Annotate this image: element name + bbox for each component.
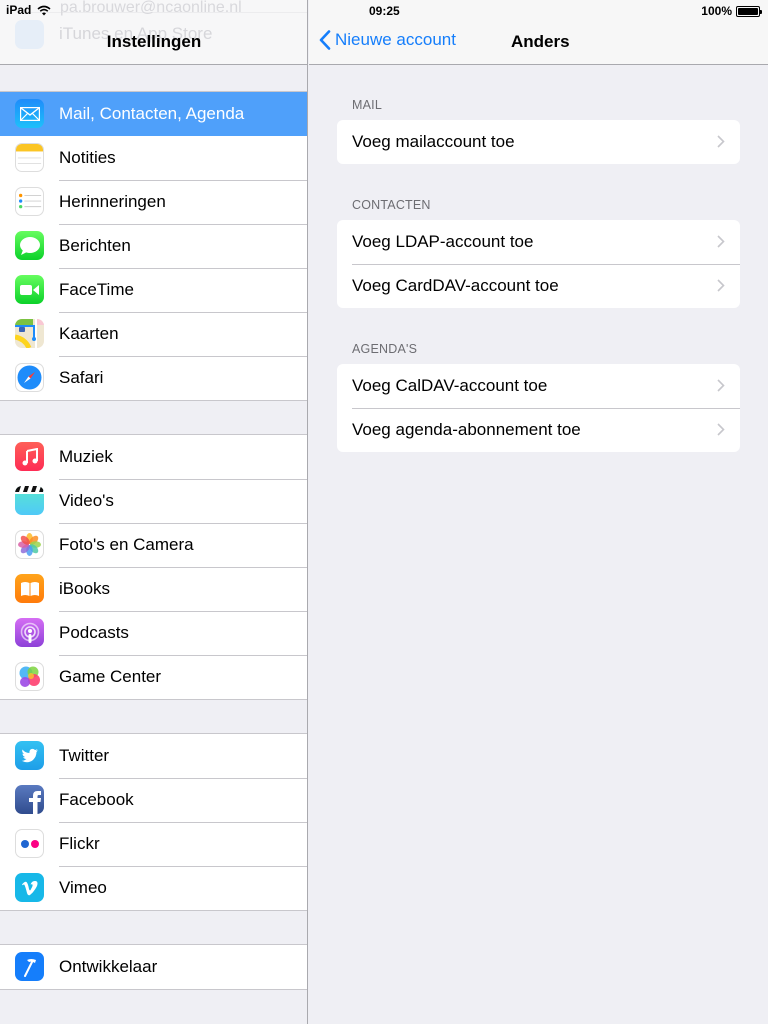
mail-icon: [15, 99, 44, 128]
sidebar-item-label: Safari: [59, 368, 104, 387]
sidebar-item-photos-camera[interactable]: Foto's en Camera: [0, 523, 307, 567]
section-contacts: Voeg LDAP-account toe Voeg CardDAV-accou…: [337, 220, 740, 308]
section-calendars: Voeg CalDAV-account toe Voeg agenda-abon…: [337, 364, 740, 452]
settings-group-social: Twitter Facebook Flickr Vimeo: [0, 733, 307, 911]
notes-icon: [15, 143, 44, 172]
settings-title: Instellingen: [106, 32, 202, 51]
sidebar-item-label: FaceTime: [59, 280, 134, 299]
back-button-label: Nieuwe account: [335, 30, 456, 49]
add-carddav-account-row[interactable]: Voeg CardDAV-account toe: [337, 264, 740, 308]
chevron-right-icon: [717, 423, 725, 436]
sidebar-item-messages[interactable]: Berichten: [0, 224, 307, 268]
reminders-icon: [15, 187, 44, 216]
sidebar-item-flickr[interactable]: Flickr: [0, 822, 307, 866]
settings-master-pane: pa.brouwer@ncaonline.nl iTunes en App St…: [0, 0, 308, 1024]
maps-icon: [15, 319, 44, 348]
row-label: Voeg agenda-abonnement toe: [352, 420, 581, 439]
messages-icon: [15, 231, 44, 260]
music-icon: [15, 442, 44, 471]
clock: 09:25: [369, 4, 400, 18]
sidebar-item-label: Facebook: [59, 790, 134, 809]
chevron-right-icon: [717, 279, 725, 292]
section-header-calendars: AGENDA'S: [352, 342, 418, 356]
sidebar-item-facetime[interactable]: FaceTime: [0, 268, 307, 312]
sidebar-item-game-center[interactable]: Game Center: [0, 655, 307, 699]
wifi-icon: [37, 5, 51, 15]
battery-level-fill: [738, 7, 758, 15]
chevron-left-icon: [319, 30, 331, 50]
vimeo-icon: [15, 873, 44, 902]
podcasts-icon: [15, 618, 44, 647]
facetime-icon: [15, 275, 44, 304]
sidebar-item-safari[interactable]: Safari: [0, 356, 307, 400]
twitter-icon: [15, 741, 44, 770]
sidebar-item-ibooks[interactable]: iBooks: [0, 567, 307, 611]
device-name: iPad: [6, 3, 32, 17]
settings-group-apps: Mail, Contacten, Agenda Notities Herinne…: [0, 91, 307, 401]
section-header-mail: MAIL: [352, 98, 382, 112]
detail-pane: Nieuwe account Anders MAIL Voeg mailacco…: [309, 0, 768, 1024]
battery-icon: [736, 5, 762, 17]
sidebar-item-label: Twitter: [59, 746, 110, 765]
settings-group-developer: Ontwikkelaar: [0, 944, 307, 990]
sidebar-item-developer[interactable]: Ontwikkelaar: [0, 945, 307, 989]
sidebar-item-label: iBooks: [59, 579, 111, 598]
battery-percent: 100%: [701, 4, 732, 18]
add-ldap-account-row[interactable]: Voeg LDAP-account toe: [337, 220, 740, 264]
videos-icon: [15, 486, 44, 515]
sidebar-item-label: Kaarten: [59, 324, 119, 343]
flickr-icon: [15, 829, 44, 858]
sidebar-item-label: Flickr: [59, 834, 100, 853]
chevron-right-icon: [717, 235, 725, 248]
row-label: Voeg LDAP-account toe: [352, 232, 534, 251]
row-label: Voeg CalDAV-account toe: [352, 376, 548, 395]
ibooks-icon: [15, 574, 44, 603]
sidebar-item-twitter[interactable]: Twitter: [0, 734, 307, 778]
sidebar-item-label: Vimeo: [59, 878, 107, 897]
chevron-right-icon: [717, 135, 725, 148]
sidebar-item-mail-contacts-calendars[interactable]: Mail, Contacten, Agenda: [0, 92, 307, 136]
detail-title: Anders: [511, 32, 570, 51]
sidebar-item-label: Foto's en Camera: [59, 535, 194, 554]
sidebar-item-music[interactable]: Muziek: [0, 435, 307, 479]
sidebar-item-label: Notities: [59, 148, 116, 167]
chevron-right-icon: [717, 379, 725, 392]
sidebar-item-label: Podcasts: [59, 623, 129, 642]
settings-group-media: Muziek Video's Foto's en Camera iBooks P…: [0, 434, 307, 700]
sidebar-item-label: Herinneringen: [59, 192, 166, 211]
add-mail-account-row[interactable]: Voeg mailaccount toe: [337, 120, 740, 164]
sidebar-item-maps[interactable]: Kaarten: [0, 312, 307, 356]
add-calendar-subscription-row[interactable]: Voeg agenda-abonnement toe: [337, 408, 740, 452]
safari-icon: [15, 363, 44, 392]
section-mail: Voeg mailaccount toe: [337, 120, 740, 164]
row-label: Voeg CardDAV-account toe: [352, 276, 559, 295]
sidebar-item-label: Muziek: [59, 447, 113, 466]
section-header-contacts: CONTACTEN: [352, 198, 431, 212]
sidebar-item-label: Berichten: [59, 236, 131, 255]
sidebar-item-reminders[interactable]: Herinneringen: [0, 180, 307, 224]
sidebar-item-label: Mail, Contacten, Agenda: [59, 104, 245, 123]
status-bar: iPad 09:25 100%: [0, 0, 768, 20]
row-label: Voeg mailaccount toe: [352, 132, 515, 151]
sidebar-item-label: Game Center: [59, 667, 162, 686]
sidebar-item-facebook[interactable]: Facebook: [0, 778, 307, 822]
sidebar-item-label: Ontwikkelaar: [59, 957, 158, 976]
developer-icon: [15, 952, 44, 981]
add-caldav-account-row[interactable]: Voeg CalDAV-account toe: [337, 364, 740, 408]
sidebar-item-podcasts[interactable]: Podcasts: [0, 611, 307, 655]
sidebar-item-vimeo[interactable]: Vimeo: [0, 866, 307, 910]
game-center-icon: [15, 662, 44, 691]
sidebar-item-notes[interactable]: Notities: [0, 136, 307, 180]
sidebar-item-label: Video's: [59, 491, 114, 510]
back-button[interactable]: Nieuwe account: [319, 30, 456, 50]
photos-icon: [15, 530, 44, 559]
sidebar-item-videos[interactable]: Video's: [0, 479, 307, 523]
facebook-icon: [15, 785, 44, 814]
